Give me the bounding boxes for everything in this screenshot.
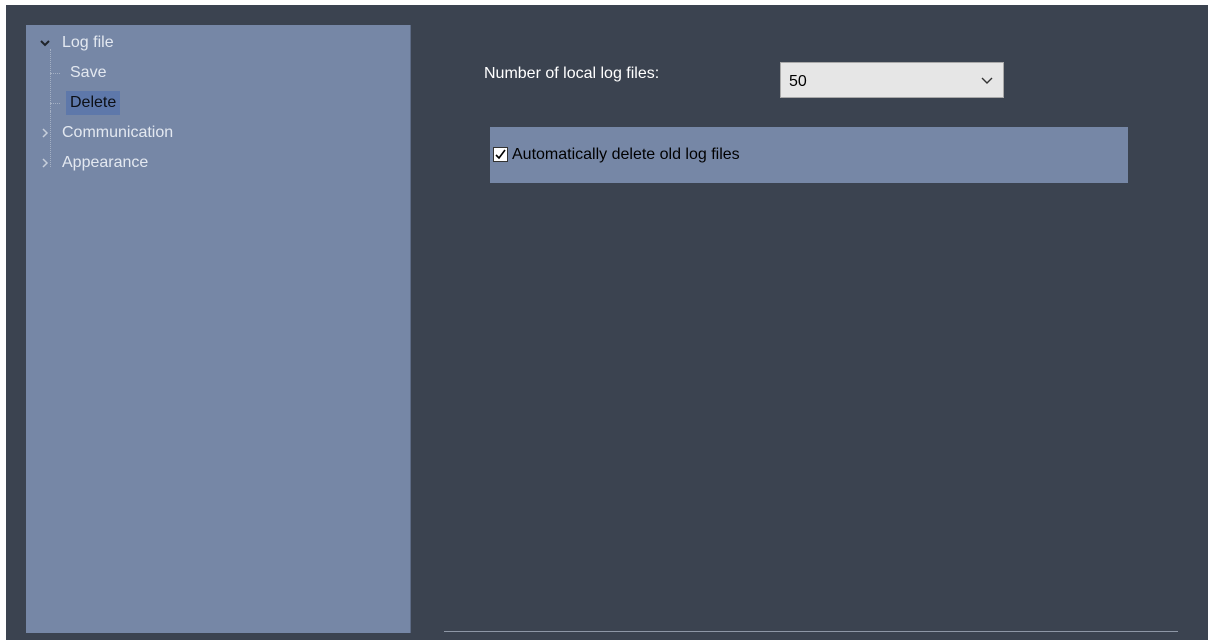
checkmark-icon bbox=[495, 149, 506, 160]
tree-item-delete[interactable]: Delete bbox=[66, 91, 121, 115]
tree-item-save[interactable]: Save bbox=[66, 61, 110, 85]
divider bbox=[444, 631, 1178, 632]
chevron-right-icon[interactable] bbox=[38, 151, 52, 175]
tree-connector bbox=[50, 103, 60, 104]
auto-delete-panel: Automatically delete old log files bbox=[490, 127, 1128, 183]
log-count-label: Number of local log files: bbox=[484, 65, 660, 82]
tree-connector bbox=[50, 73, 60, 74]
log-count-dropdown[interactable]: 50 bbox=[780, 62, 1004, 98]
chevron-right-icon[interactable] bbox=[38, 121, 52, 145]
settings-tree[interactable]: Log file Save Delete Communication Appea… bbox=[26, 25, 411, 633]
log-count-value: 50 bbox=[789, 73, 807, 90]
tree-connector bbox=[50, 49, 51, 111]
tree-item-label: Log file bbox=[62, 34, 114, 51]
auto-delete-label[interactable]: Automatically delete old log files bbox=[512, 146, 740, 164]
tree-item-label: Delete bbox=[66, 91, 121, 115]
tree-item-label: Communication bbox=[62, 124, 174, 141]
chevron-down-icon[interactable] bbox=[38, 31, 52, 55]
tree-item-label: Appearance bbox=[62, 154, 149, 171]
settings-window: Log file Save Delete Communication Appea… bbox=[6, 5, 1208, 640]
auto-delete-checkbox[interactable] bbox=[493, 147, 508, 162]
chevron-down-icon[interactable] bbox=[979, 71, 995, 89]
tree-item-label: Save bbox=[70, 64, 107, 81]
